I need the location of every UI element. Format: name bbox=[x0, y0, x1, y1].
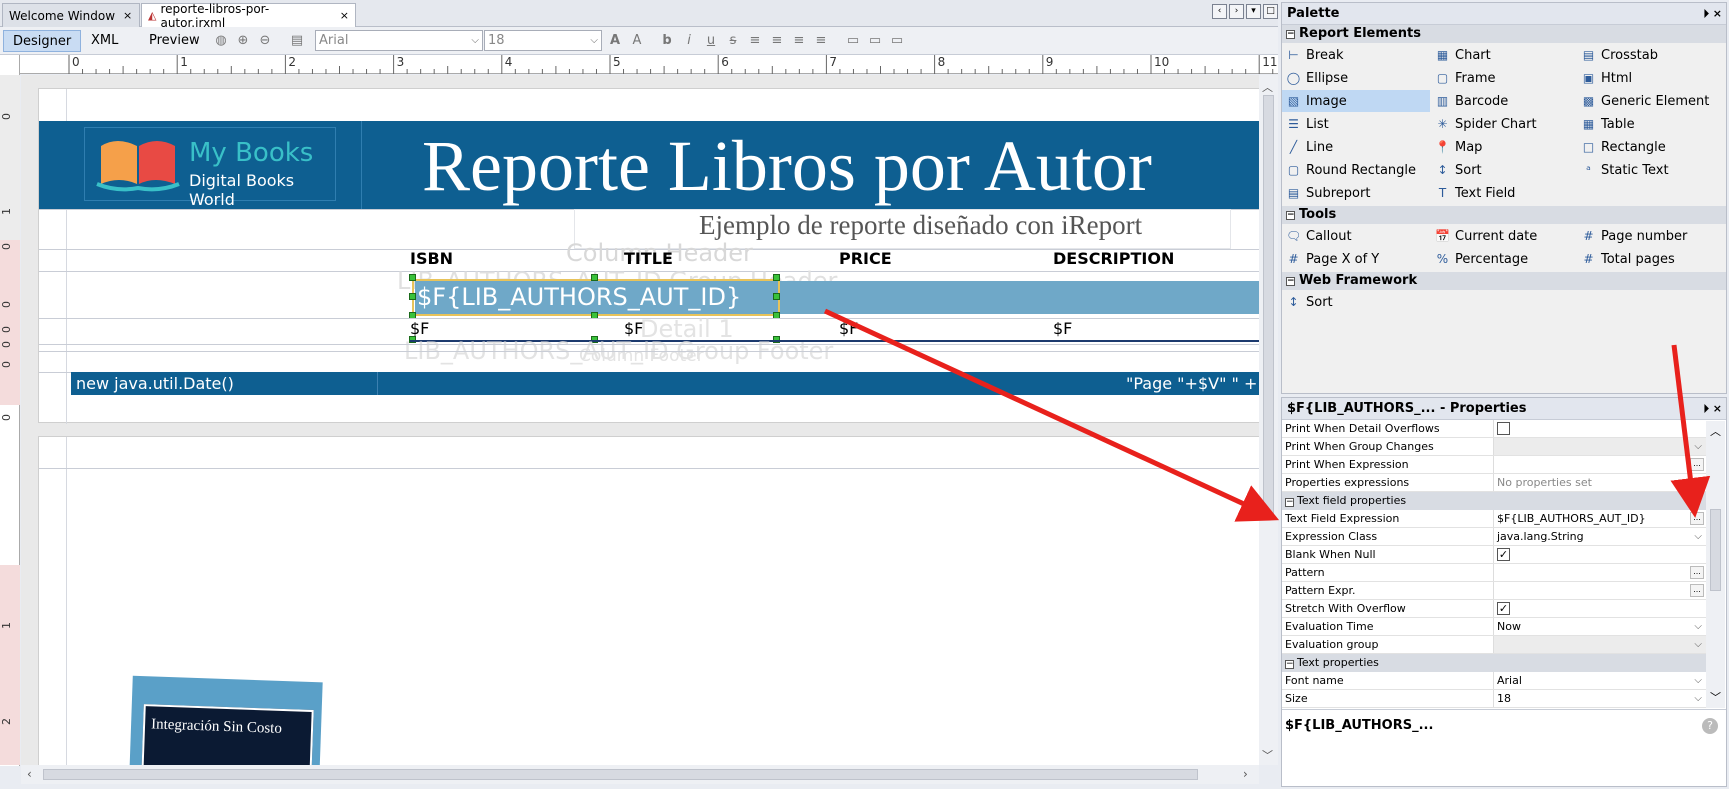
annotation-arrows bbox=[823, 308, 1711, 522]
red-arrow bbox=[1670, 344, 1711, 518]
red-arrow bbox=[823, 308, 1280, 522]
